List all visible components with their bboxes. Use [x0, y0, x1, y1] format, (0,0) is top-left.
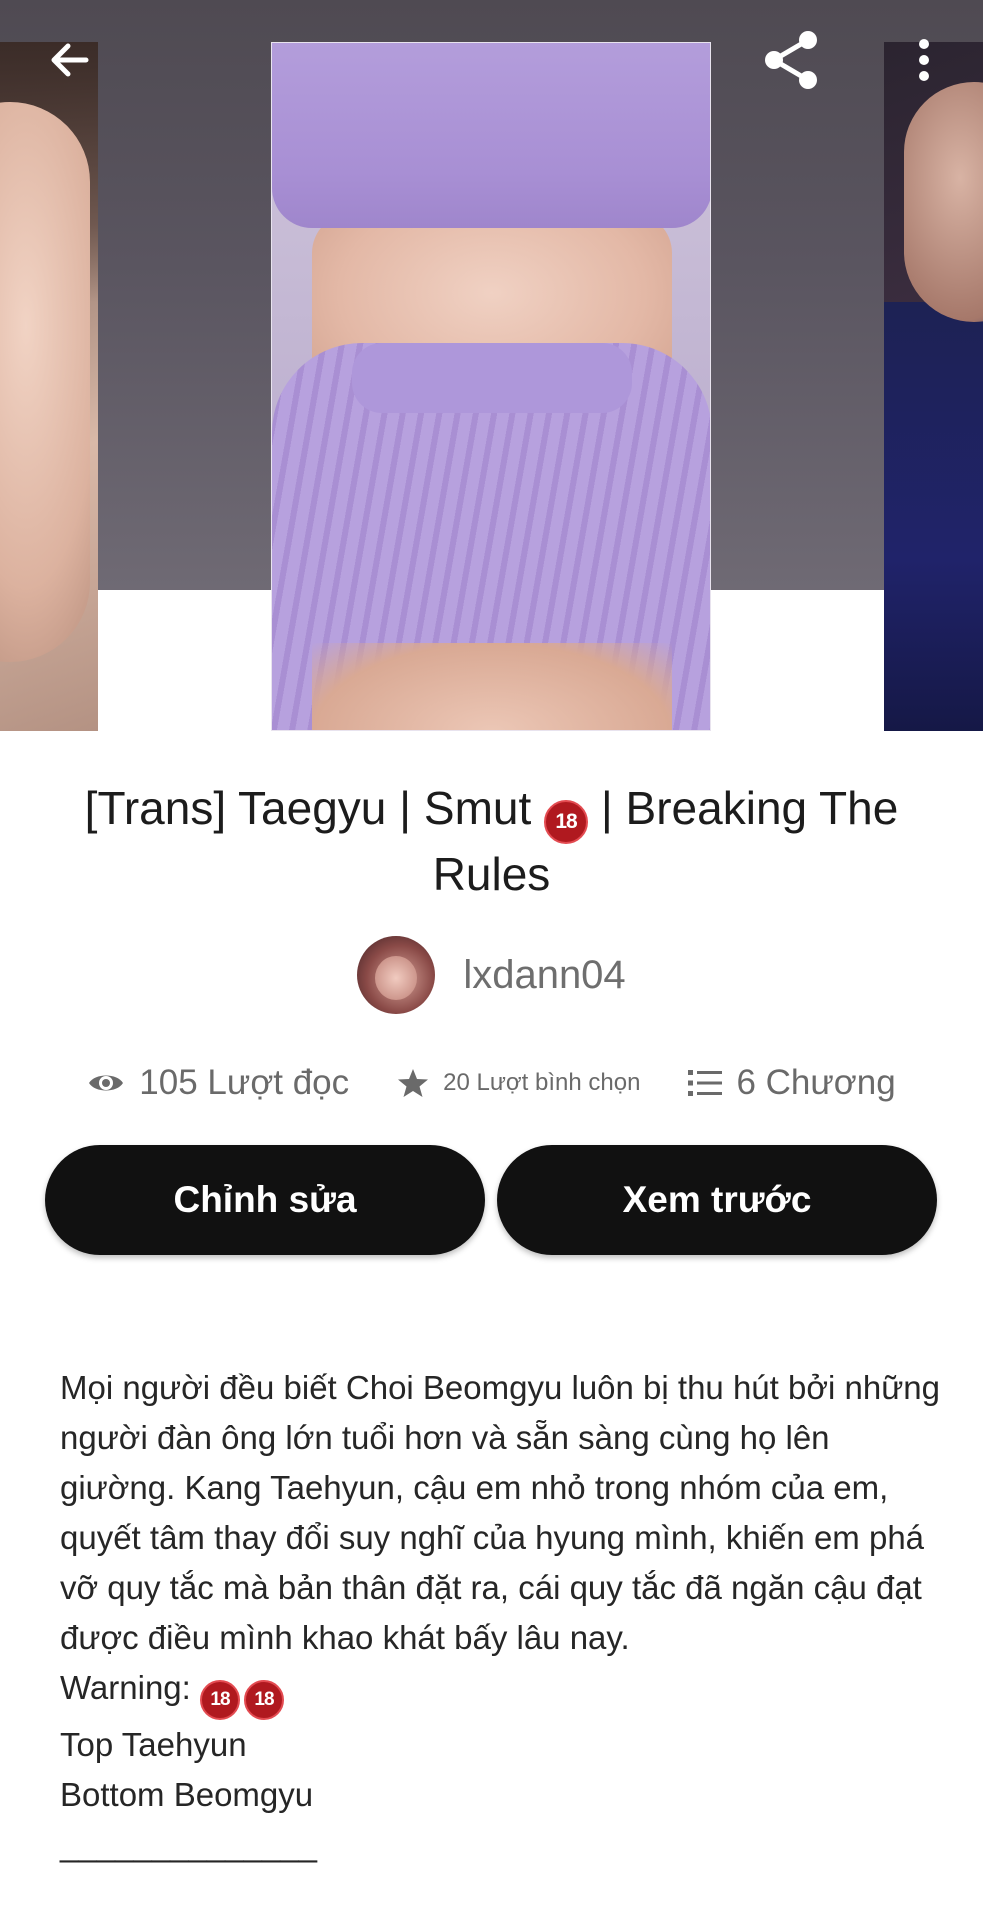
back-button[interactable]	[30, 28, 110, 92]
star-icon	[397, 1067, 429, 1099]
bottom-line: Bottom Beomgyu	[60, 1776, 314, 1813]
votes-count: 20 Lượt bình chọn	[397, 1067, 640, 1099]
author-row[interactable]: lxdann04	[0, 935, 983, 1015]
more-vertical-icon	[919, 39, 929, 81]
reads-label: 105 Lượt đọc	[139, 1063, 350, 1102]
more-options-button[interactable]	[896, 24, 952, 96]
cover-thumbnail-previous[interactable]	[0, 42, 98, 731]
story-stats: 105 Lượt đọc 20 Lượt bình chọn 6 Chương	[0, 1055, 983, 1111]
preview-button[interactable]: Xem trước	[497, 1145, 937, 1255]
list-icon	[688, 1068, 723, 1098]
cover-image-current[interactable]	[271, 42, 711, 731]
eye-icon	[87, 1070, 125, 1096]
age-restriction-badge: 18	[544, 800, 589, 844]
separator-line: ______________	[60, 1826, 317, 1863]
story-title-text: [Trans] Taegyu | Smut	[84, 782, 532, 834]
avatar[interactable]	[357, 936, 436, 1014]
cover-thumbnail-next[interactable]	[884, 42, 983, 731]
warning-label: Warning:	[60, 1669, 191, 1706]
votes-label: 20 Lượt bình chọn	[443, 1069, 641, 1096]
story-description: Mọi người đều biết Choi Beomgyu luôn bị …	[60, 1363, 940, 1870]
share-button[interactable]	[752, 24, 832, 96]
reads-count: 105 Lượt đọc	[87, 1063, 349, 1103]
age-restriction-badge: 18	[244, 1680, 284, 1720]
top-line: Top Taehyun	[60, 1726, 247, 1763]
arrow-left-icon	[51, 43, 89, 77]
description-paragraph: Mọi người đều biết Choi Beomgyu luôn bị …	[60, 1369, 940, 1656]
edit-button[interactable]: Chỉnh sửa	[45, 1145, 485, 1255]
warning-line: Warning: 18 18	[60, 1663, 940, 1720]
share-icon	[765, 31, 817, 89]
parts-label: 6 Chương	[736, 1063, 896, 1102]
story-title: [Trans] Taegyu | Smut 18 | Breaking The …	[40, 778, 943, 904]
parts-count: 6 Chương	[688, 1063, 896, 1103]
author-name[interactable]: lxdann04	[463, 953, 625, 998]
cover-art	[0, 102, 90, 662]
cover-art	[884, 302, 983, 731]
age-restriction-badge: 18	[200, 1680, 240, 1720]
cover-art	[904, 82, 983, 322]
